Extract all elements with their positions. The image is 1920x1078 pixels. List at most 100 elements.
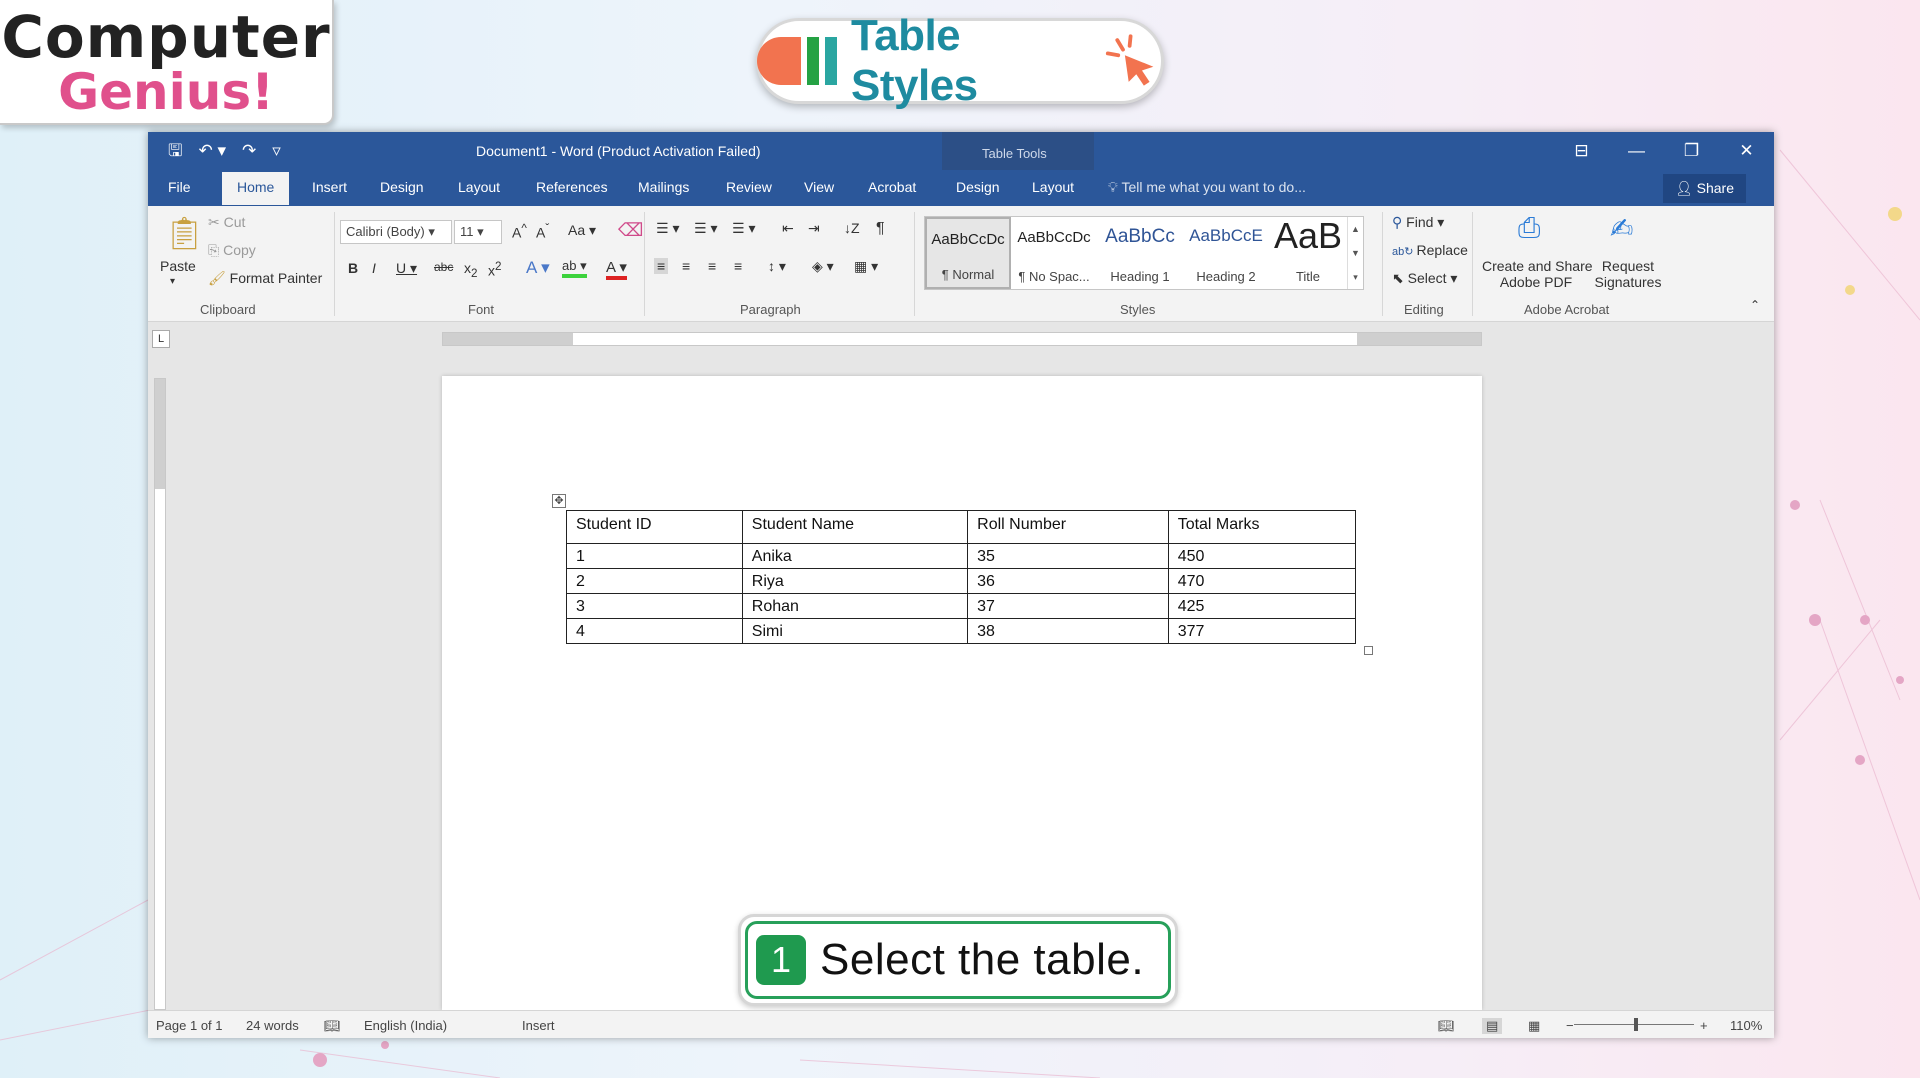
table-cell[interactable]: 35 [967,543,1169,569]
collapse-ribbon-icon[interactable]: ⌃ [1750,298,1760,312]
tab-insert[interactable]: Insert [312,179,347,195]
read-mode-icon[interactable]: 📖︎ [1438,1018,1455,1034]
align-center-icon[interactable]: ≡ [682,258,690,274]
share-button[interactable]: 👤︎ Share [1662,174,1746,203]
tab-table-layout[interactable]: Layout [1032,179,1074,195]
insert-mode[interactable]: Insert [522,1018,555,1033]
format-painter-button[interactable]: 🖌︎ Format Painter [208,270,322,287]
sort-icon[interactable]: ↓Z [844,220,860,236]
change-case-icon[interactable]: Aa ▾ [568,222,596,239]
italic-icon[interactable]: I [372,260,376,276]
strikethrough-icon[interactable]: abc [434,260,453,274]
style-heading-1[interactable]: AaBbCc Heading 1 [1097,217,1183,289]
replace-button[interactable]: ab↻ Replace [1392,242,1468,258]
page-count[interactable]: Page 1 of 1 [156,1018,223,1033]
header-cell[interactable]: Student Name [741,510,969,544]
save-icon[interactable]: 🖫 [168,141,182,161]
horizontal-ruler[interactable] [442,332,1482,346]
table-cell[interactable]: Simi [741,618,969,644]
request-signatures-button[interactable]: Request Signatures [1592,258,1664,290]
tab-home[interactable]: Home [222,172,290,205]
request-signatures-icon[interactable]: ✍ [1610,212,1633,245]
tab-acrobat[interactable]: Acrobat [868,179,916,195]
minimize-icon[interactable]: — [1609,132,1664,170]
font-name-box[interactable]: Calibri (Body) ▾ [340,220,452,244]
print-layout-icon[interactable]: ▤ [1482,1018,1503,1034]
superscript-icon[interactable]: x2 [488,260,501,279]
vertical-ruler[interactable] [154,378,166,1010]
tab-view[interactable]: View [804,179,834,195]
redo-icon[interactable]: ↷ [242,141,256,161]
shrink-font-icon[interactable]: Aˇ [536,222,549,241]
align-right-icon[interactable]: ≡ [708,258,716,274]
tab-references[interactable]: References [536,179,608,195]
table-cell[interactable]: 425 [1167,593,1357,619]
highlight-icon[interactable]: ab ▾ [562,258,587,278]
ribbon-display-options-icon[interactable]: ⊟ [1554,132,1609,170]
header-cell[interactable]: Roll Number [967,510,1169,544]
table-cell[interactable]: 3 [566,593,743,619]
web-layout-icon[interactable]: ▦ [1528,1018,1540,1034]
bullets-icon[interactable]: ☰ ▾ [656,220,679,237]
zoom-slider-thumb[interactable] [1634,1018,1638,1031]
table-resize-handle[interactable] [1364,646,1373,655]
paste-dropdown-icon[interactable]: ▾ [170,276,175,287]
font-size-box[interactable]: 11 ▾ [454,220,502,244]
line-spacing-icon[interactable]: ↕ ▾ [768,258,786,275]
clear-formatting-icon[interactable]: ⌫ [618,220,643,241]
styles-scroll-icon[interactable]: ▲ ▼ ▾ [1347,217,1363,289]
tab-table-design[interactable]: Design [956,179,1000,195]
find-button[interactable]: ⚲ Find ▾ [1392,214,1444,231]
text-effects-icon[interactable]: A ▾ [526,258,550,278]
table-cell[interactable]: 37 [967,593,1169,619]
create-share-pdf-button[interactable]: Create and Share Adobe PDF [1482,258,1593,290]
header-cell[interactable]: Total Marks [1167,510,1357,544]
increase-indent-icon[interactable]: ⇥ [808,220,820,237]
header-cell[interactable]: Student ID [566,510,743,544]
tab-file[interactable]: File [168,179,191,195]
restore-icon[interactable]: ❐ [1664,132,1719,170]
table-cell[interactable]: Riya [741,568,969,594]
numbering-icon[interactable]: ☰ ▾ [694,220,717,237]
tab-layout[interactable]: Layout [458,179,500,195]
zoom-in-icon[interactable]: + [1700,1018,1708,1033]
style-heading-2[interactable]: AaBbCcE Heading 2 [1183,217,1269,289]
paste-icon[interactable]: 📋︎ [164,214,205,252]
zoom-level[interactable]: 110% [1730,1018,1762,1033]
subscript-icon[interactable]: x2 [464,260,477,280]
table-cell[interactable]: 38 [967,618,1169,644]
language-indicator[interactable]: English (India) [364,1018,447,1033]
select-button[interactable]: ⬉ Select ▾ [1392,270,1457,287]
tab-selector-icon[interactable]: L [152,330,170,348]
borders-icon[interactable]: ▦ ▾ [854,258,878,275]
align-left-icon[interactable]: ≡ [654,258,669,274]
table-cell[interactable]: 1 [566,543,743,569]
customize-qat-icon[interactable]: ▿ [272,141,281,161]
table-cell[interactable]: 450 [1167,543,1357,569]
grow-font-icon[interactable]: A^ [512,222,527,241]
undo-icon[interactable]: ↶ ▾ [198,141,226,161]
table-cell[interactable]: 4 [566,618,743,644]
close-icon[interactable]: ✕ [1719,132,1774,170]
student-table[interactable]: Student ID Student Name Roll Number Tota… [566,510,1357,644]
tell-me-search[interactable]: 💡︎ Tell me what you want to do... [1108,179,1306,196]
tab-mailings[interactable]: Mailings [638,179,689,195]
style-no-spacing[interactable]: AaBbCcDc ¶ No Spac... [1011,217,1097,289]
table-cell[interactable]: Rohan [741,593,969,619]
bold-icon[interactable]: B [348,260,358,276]
paste-button[interactable]: Paste [160,258,196,274]
table-move-handle-icon[interactable]: ✥ [552,494,566,508]
table-cell[interactable]: 377 [1167,618,1357,644]
font-color-icon[interactable]: A ▾ [606,258,627,280]
decrease-indent-icon[interactable]: ⇤ [782,220,794,237]
zoom-out-icon[interactable]: − [1566,1018,1574,1033]
proofing-icon[interactable]: 📖︎ [324,1018,341,1034]
tab-review[interactable]: Review [726,179,772,195]
style-title[interactable]: AaB Title [1269,215,1347,289]
tab-design[interactable]: Design [380,179,424,195]
style-normal[interactable]: AaBbCcDc ¶ Normal [925,217,1011,289]
multilevel-list-icon[interactable]: ☰ ▾ [732,220,755,237]
table-cell[interactable]: 36 [967,568,1169,594]
table-cell[interactable]: Anika [741,543,969,569]
justify-icon[interactable]: ≡ [734,258,742,274]
